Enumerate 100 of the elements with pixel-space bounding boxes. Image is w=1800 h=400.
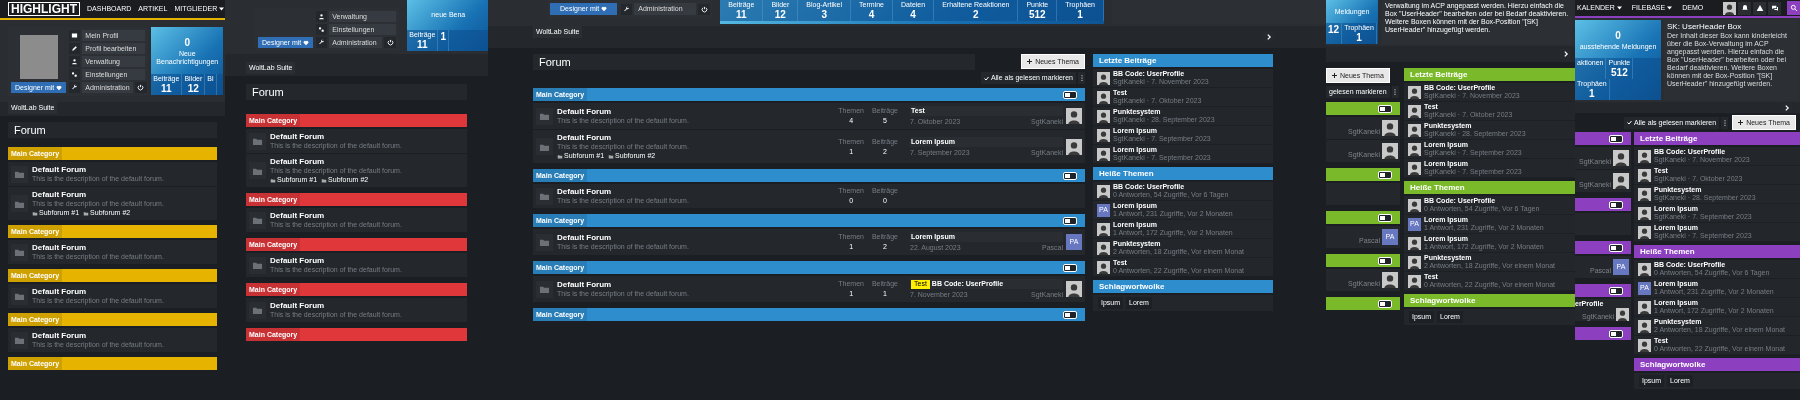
forum-title[interactable]: Default Forum: [270, 256, 464, 265]
stat-value: 4: [868, 9, 875, 20]
checkmark-icon: [983, 75, 989, 81]
next-button[interactable]: [1263, 32, 1274, 42]
forum-title[interactable]: Default Forum: [557, 280, 826, 289]
category-header[interactable]: [1575, 327, 1631, 340]
toggle-icon[interactable]: [1609, 243, 1623, 252]
bell-icon[interactable]: [1738, 1, 1752, 15]
sidebar-box-header: Schlagwortwolke: [1634, 358, 1800, 371]
folder-icon: [249, 256, 266, 274]
forum-title[interactable]: Default Forum: [557, 233, 826, 242]
more-icon[interactable]: [1721, 116, 1729, 129]
avatar-placeholder: [1638, 187, 1651, 201]
stat-value: 512: [1029, 9, 1046, 20]
stat-value: 12: [1328, 24, 1340, 35]
toggle-icon[interactable]: [1063, 310, 1077, 319]
avatar-placeholder[interactable]: [1723, 1, 1737, 15]
folder-icon: [536, 138, 553, 155]
forum-title[interactable]: Default Forum: [557, 133, 826, 142]
folder-icon: [11, 287, 28, 305]
stat-value: 1: [1356, 32, 1362, 43]
sidebar-box-header: Letzte Beiträge: [1093, 54, 1273, 67]
toggle-icon[interactable]: [1063, 90, 1077, 99]
power-icon[interactable]: [134, 82, 147, 93]
next-button[interactable]: [1781, 102, 1792, 113]
category-header[interactable]: [1575, 241, 1631, 254]
toggle-icon[interactable]: [1378, 170, 1392, 179]
forum-title[interactable]: Default Forum: [557, 187, 826, 196]
forum-title[interactable]: Default Forum: [32, 190, 214, 199]
avatar-placeholder: [1638, 168, 1651, 182]
toggle-icon[interactable]: [1378, 256, 1392, 265]
toggle-icon[interactable]: [1378, 213, 1392, 222]
forum-title[interactable]: Default Forum: [270, 301, 464, 310]
chevron-right-icon: [1265, 34, 1272, 40]
plus-icon: [1027, 59, 1033, 64]
category-header[interactable]: [1326, 211, 1400, 224]
toggle-icon[interactable]: [1378, 299, 1392, 308]
avatar-placeholder: [1408, 274, 1421, 288]
toggle-icon[interactable]: [1609, 286, 1623, 295]
more-icon[interactable]: [1078, 72, 1085, 84]
toggle-icon[interactable]: [1063, 171, 1077, 180]
forum-title[interactable]: Default Forum: [270, 211, 464, 220]
folder-icon: [11, 243, 28, 261]
forum-title[interactable]: Default Forum: [557, 107, 826, 116]
avatar-placeholder: [1382, 120, 1398, 136]
info-title: SK: UserHeader Box: [1667, 22, 1743, 31]
folder-icon: [32, 210, 38, 216]
heart-icon: [601, 6, 608, 12]
warning-icon[interactable]: [1753, 1, 1767, 15]
stat-value: 1: [1589, 88, 1595, 99]
folder-icon: [11, 331, 28, 349]
plus-icon: [1738, 120, 1744, 125]
toggle-icon[interactable]: [1609, 200, 1623, 209]
toggle-icon[interactable]: [1063, 263, 1077, 272]
toggle-icon[interactable]: [1609, 329, 1623, 338]
toggle-icon[interactable]: [1609, 134, 1623, 143]
avatar-placeholder: [1066, 138, 1082, 155]
forum-title[interactable]: Default Forum: [270, 157, 464, 166]
plus-icon: [1332, 73, 1337, 78]
power-icon[interactable]: [698, 3, 711, 15]
folder-icon: [83, 210, 90, 216]
category-header[interactable]: [1326, 297, 1400, 310]
forum-title[interactable]: Default Forum: [32, 331, 214, 340]
folder-icon: [11, 165, 28, 183]
category-header[interactable]: [1326, 102, 1400, 115]
search-button[interactable]: [1787, 1, 1800, 15]
sidebar-box-header: Letzte Beiträge: [1634, 132, 1800, 145]
avatar-placeholder: [1097, 184, 1110, 198]
sidebar-box-header: Heiße Themen: [1093, 167, 1273, 180]
page-title: Forum: [533, 54, 975, 70]
forum-title[interactable]: Default Forum: [32, 165, 214, 174]
photo-placeholder: [19, 35, 58, 79]
wrench-icon: [69, 82, 81, 93]
category-header[interactable]: [1326, 254, 1400, 267]
folder-icon: [536, 280, 553, 298]
toggle-icon[interactable]: [1378, 104, 1392, 113]
forum-title[interactable]: Default Forum: [270, 132, 464, 141]
toggle-icon[interactable]: [1063, 216, 1077, 225]
category-header[interactable]: [1575, 198, 1631, 211]
user-icon: [69, 56, 81, 67]
avatar-placeholder: [1097, 71, 1110, 85]
avatar-placeholder: [1638, 300, 1651, 314]
power-icon[interactable]: [384, 37, 397, 48]
chat-icon[interactable]: [1768, 1, 1782, 15]
avatar-placeholder: [1097, 241, 1110, 255]
category-header[interactable]: [1575, 284, 1631, 297]
folder-icon: [557, 153, 563, 159]
site-logo[interactable]: HIGHLIGHT: [8, 2, 80, 16]
more-icon[interactable]: [1391, 86, 1399, 98]
avatar-placeholder: [1408, 161, 1421, 175]
category-header[interactable]: [1326, 168, 1400, 181]
avatar-placeholder: [1638, 149, 1651, 163]
forum-title[interactable]: Default Forum: [32, 287, 214, 296]
avatar-placeholder: [1638, 262, 1651, 276]
next-button[interactable]: [1560, 49, 1571, 59]
gears-icon: [316, 24, 328, 35]
caret-icon: [1667, 6, 1673, 10]
category-header[interactable]: [1575, 132, 1631, 145]
forum-title[interactable]: Default Forum: [32, 243, 214, 252]
wrench-icon: [621, 3, 633, 15]
